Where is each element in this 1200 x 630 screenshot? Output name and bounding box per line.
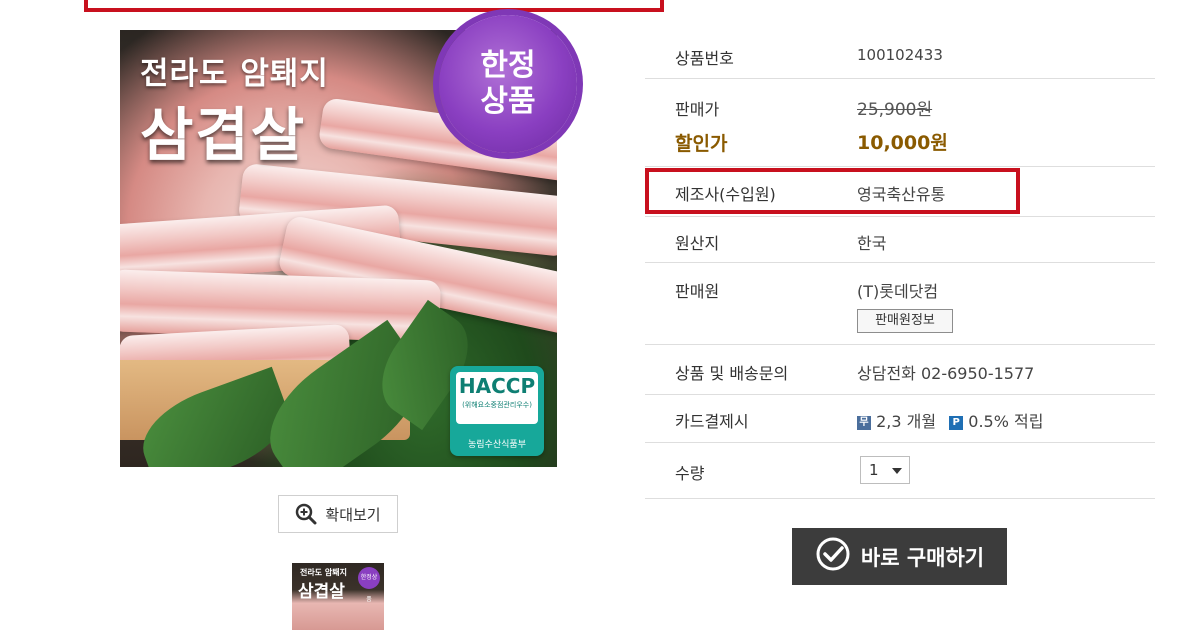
installment-text: 2,3 개월 [876,412,937,431]
badge-line1: 한정 [480,48,536,83]
inquiry-value: 상담전화 02-6950-1577 [857,364,1035,383]
product-no-label: 상품번호 [675,49,734,68]
zoom-label: 확대보기 [325,505,381,524]
row-origin: 원산지 한국 [645,216,1155,263]
seller-info-button[interactable]: 판매원정보 [857,309,953,333]
row-seller: 판매원 (T)롯데닷컴 판매원정보 [645,262,1155,345]
haccp-mark: HACCP (위해요소중점관리우수) 농림수산식품부 [450,366,544,456]
price-label: 판매가 [675,100,720,119]
image-title-big: 삼겹살 [140,101,307,169]
check-circle-icon [815,536,851,577]
chevron-down-icon [892,468,902,474]
row-product-no: 상품번호 100102433 [645,30,1155,79]
limited-badge: 한정 상품 [439,15,577,153]
card-label: 카드결제시 [675,412,749,431]
card-value: 무 2,3 개월 P 0.5% 적립 [857,408,1043,432]
zoom-button[interactable]: 확대보기 [278,495,398,533]
row-card: 카드결제시 무 2,3 개월 P 0.5% 적립 [645,394,1155,443]
buy-now-button[interactable]: 바로 구매하기 [792,528,1007,585]
inquiry-label: 상품 및 배송문의 [675,364,789,383]
row-price: 판매가 25,900원 할인가 10,000원 [645,78,1155,167]
buy-now-label: 바로 구매하기 [860,545,985,570]
zoom-in-icon [295,503,317,525]
installment-icon: 무 [857,415,871,430]
thumb-badge: 한정상품 [358,567,380,603]
badge-line2: 상품 [480,84,536,119]
product-no-value: 100102433 [857,46,943,64]
haccp-label: HACCP [458,374,536,398]
haccp-bottom: 농림수산식품부 [468,440,526,450]
quantity-select[interactable]: 1 [860,456,910,484]
discount-label: 할인가 [675,133,728,155]
quantity-value: 1 [869,461,879,479]
price-value: 25,900원 [857,100,933,120]
points-text: 0.5% 적립 [968,412,1044,431]
thumbnail[interactable]: 전라도 암퇘지 삼겹살 한정상품 [292,563,384,630]
row-inquiry: 상품 및 배송문의 상담전화 02-6950-1577 [645,344,1155,395]
thumb-title-big: 삼겹살 [298,582,345,602]
haccp-sub: (위해요소중점관리우수) [462,401,532,409]
seller-value: (T)롯데닷컴 [857,282,939,301]
highlight-box-manufacturer [645,168,1020,214]
origin-value: 한국 [857,234,887,253]
image-title-small: 전라도 암퇘지 [140,56,329,92]
points-icon: P [949,415,964,430]
seller-label: 판매원 [675,282,720,301]
row-quantity: 수량 1 [645,442,1155,499]
quantity-label: 수량 [675,464,705,483]
origin-label: 원산지 [675,234,720,253]
discount-value: 10,000원 [857,132,948,154]
highlight-box-top [84,0,664,12]
